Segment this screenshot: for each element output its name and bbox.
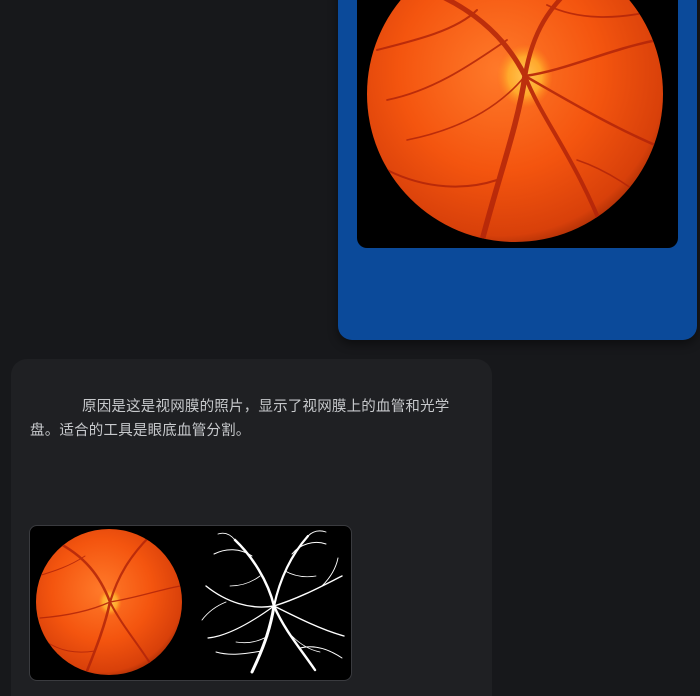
user-uploaded-image[interactable] xyxy=(357,0,678,248)
fundus-photo-panel xyxy=(36,529,182,675)
assistant-message-bubble: 原因是这是视网膜的照片，显示了视网膜上的血管和光学盘。适合的工具是眼底血管分割。 xyxy=(11,359,492,696)
fundus-and-vessel-mask xyxy=(36,529,345,675)
segmentation-result-image[interactable] xyxy=(29,525,352,681)
retina-fundus-photo xyxy=(367,0,663,242)
assistant-message-text: 原因是这是视网膜的照片，显示了视网膜上的血管和光学盘。适合的工具是眼底血管分割。 xyxy=(30,399,450,439)
chat-page: 原因是这是视网膜的照片，显示了视网膜上的血管和光学盘。适合的工具是眼底血管分割。 xyxy=(0,0,700,696)
vessel-mask-panel xyxy=(201,530,345,674)
user-message-bubble xyxy=(338,0,697,340)
